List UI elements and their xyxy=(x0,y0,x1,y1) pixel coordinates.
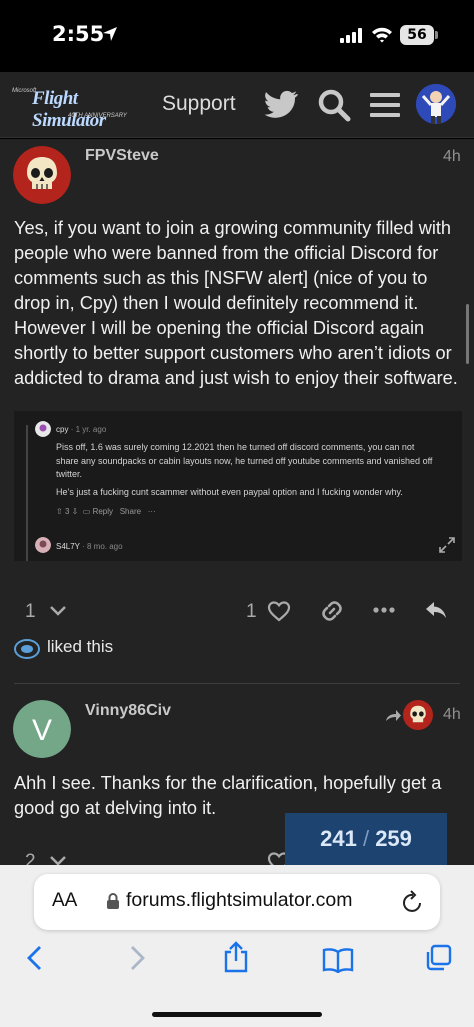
embed-share-label: Share xyxy=(119,507,142,516)
embed-comment-user: cpy · 1 yr. ago xyxy=(56,425,107,434)
user-avatar[interactable] xyxy=(416,84,456,124)
link-icon[interactable] xyxy=(320,599,344,623)
expand-icon[interactable] xyxy=(438,536,456,554)
site-header: Microsoft Flight Simulator 40TH ANNIVERS… xyxy=(0,72,474,138)
reply-icon[interactable] xyxy=(424,600,448,620)
logo-title-text: Flight Simulator xyxy=(32,88,106,131)
flight-simulator-logo[interactable]: Microsoft Flight Simulator 40TH ANNIVERS… xyxy=(12,86,134,131)
support-nav-link[interactable]: Support xyxy=(162,92,236,116)
scrollbar-thumb[interactable] xyxy=(466,304,469,364)
user-avatar-image xyxy=(416,84,456,124)
post-username[interactable]: FPVSteve xyxy=(85,147,159,165)
post-actions: 1 1 xyxy=(0,591,474,631)
bookmarks-icon[interactable] xyxy=(322,947,354,973)
browser-toolbar: AA forums.flightsimulator.com xyxy=(0,865,474,1027)
reply-to-skull-avatar[interactable] xyxy=(403,700,433,730)
liker-avatar xyxy=(14,639,40,659)
embedded-screenshot[interactable]: cpy · 1 yr. ago Piss off, 1.6 was surely… xyxy=(14,411,462,561)
back-icon[interactable] xyxy=(26,945,44,971)
url-text[interactable]: forums.flightsimulator.com xyxy=(126,889,353,912)
topic-stream: FPVSteve 4h Yes, if you want to join a g… xyxy=(0,139,474,865)
post-time[interactable]: 4h xyxy=(443,706,461,724)
post-username[interactable]: Vinny86Civ xyxy=(85,702,171,720)
wifi-icon xyxy=(372,27,392,43)
battery-indicator: 56 xyxy=(400,25,434,45)
skull-avatar[interactable] xyxy=(13,146,71,204)
commenter-avatar xyxy=(35,421,51,437)
post-body: Yes, if you want to join a growing commu… xyxy=(14,218,458,388)
upvote-icon: ⇧ xyxy=(56,507,63,516)
status-bar: 2:55 56 xyxy=(0,0,474,72)
lock-icon xyxy=(107,893,119,909)
status-time: 2:55 xyxy=(52,22,105,46)
reader-settings-button[interactable]: AA xyxy=(52,890,77,912)
embed-comment-text: Piss off, 1.6 was surely coming 12.2021 … xyxy=(56,442,433,479)
reply-to-arrow-icon[interactable] xyxy=(384,709,402,723)
location-arrow-icon xyxy=(103,27,117,41)
post-divider xyxy=(14,683,460,684)
vote-count: 3 xyxy=(64,507,70,516)
chevron-down-icon[interactable] xyxy=(49,855,67,865)
chevron-down-icon[interactable] xyxy=(49,605,67,617)
progress-total: 259 xyxy=(375,826,412,851)
user-avatar-v[interactable]: V xyxy=(13,700,71,758)
embed-comment-user-2: S4L7Y · 8 mo. ago xyxy=(56,542,123,551)
embed-more-label: ··· xyxy=(147,507,156,516)
embed-comment-actions: ⇧ 3 ⇩ ▭ Reply Share ··· xyxy=(56,507,156,516)
menu-icon[interactable] xyxy=(370,92,400,118)
progress-separator: / xyxy=(362,826,370,851)
cellular-signal-icon xyxy=(340,28,362,43)
embed-reply-label: Reply xyxy=(92,507,114,516)
downvote-icon: ⇩ xyxy=(71,507,79,516)
address-bar[interactable]: AA forums.flightsimulator.com xyxy=(34,874,440,930)
thread-line xyxy=(26,425,28,561)
tabs-icon[interactable] xyxy=(424,944,452,972)
embed-comment-text-2: He’s just a fucking cunt scammer without… xyxy=(56,487,403,497)
logo-anniversary-text: 40TH ANNIVERSARY xyxy=(68,113,127,119)
reply-icon: ▭ xyxy=(82,507,91,516)
reload-icon[interactable] xyxy=(402,890,424,914)
heart-icon[interactable] xyxy=(267,600,291,622)
avatar-letter: V xyxy=(32,714,52,747)
search-icon[interactable] xyxy=(317,88,351,122)
topic-progress[interactable]: 241 / 259 xyxy=(285,813,447,865)
more-options-icon[interactable] xyxy=(373,607,395,613)
forward-icon[interactable] xyxy=(128,945,146,971)
share-icon[interactable] xyxy=(223,941,249,973)
likes-count[interactable]: 1 xyxy=(246,601,257,623)
replies-count[interactable]: 2 xyxy=(25,851,36,865)
replies-count[interactable]: 1 xyxy=(25,601,36,623)
battery-nub xyxy=(435,31,438,39)
liked-text: liked this xyxy=(47,637,114,656)
commenter-avatar-2 xyxy=(35,537,51,553)
home-indicator[interactable] xyxy=(152,1012,322,1017)
twitter-icon[interactable] xyxy=(264,90,298,120)
post-time[interactable]: 4h xyxy=(443,148,461,166)
progress-current: 241 xyxy=(320,826,357,851)
